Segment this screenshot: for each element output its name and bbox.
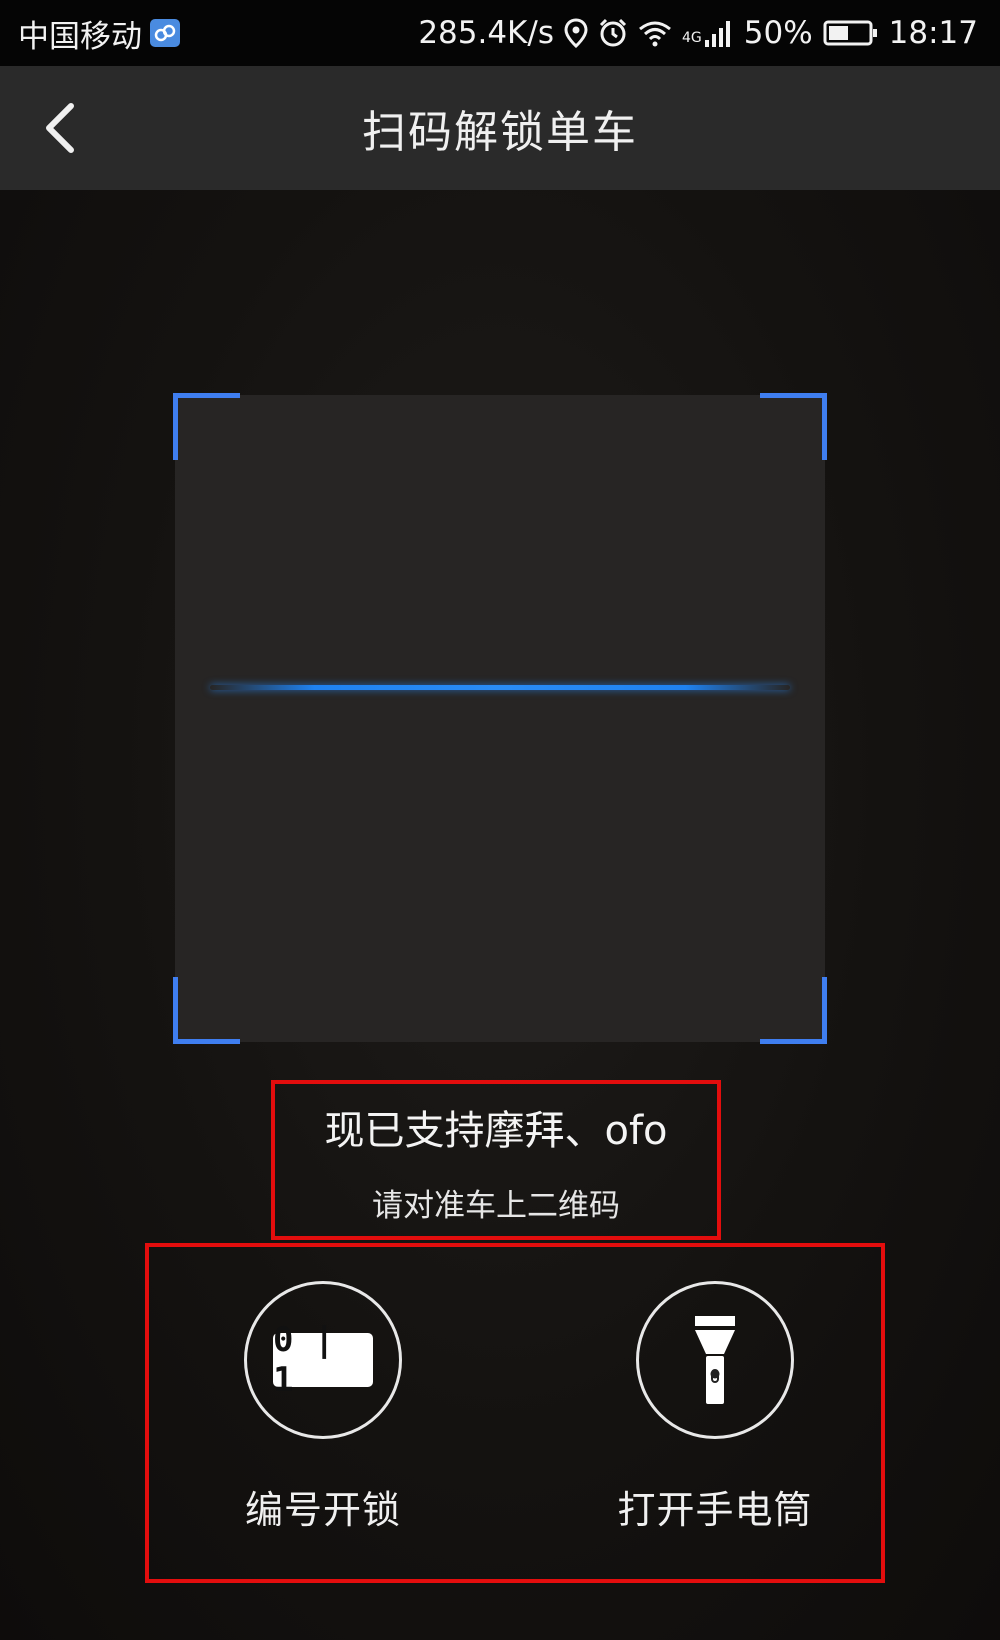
hd-badge-icon: [150, 19, 180, 47]
qr-scan-frame: [173, 393, 827, 1044]
page-title: 扫码解锁单车: [362, 107, 638, 158]
alarm-icon: [598, 18, 628, 48]
clock-time: 18:17: [888, 15, 978, 51]
flashlight-button[interactable]: 打开手电筒: [595, 1281, 835, 1551]
number-code-icon: 0 | 1: [273, 1320, 373, 1400]
scan-corner-bottom-right: [760, 977, 827, 1044]
network-type: 4G: [681, 30, 702, 46]
back-button[interactable]: [30, 94, 90, 162]
app-header: 扫码解锁单车: [0, 66, 1000, 190]
status-left: 中国移动: [18, 0, 180, 66]
number-unlock-label: 编号开锁: [244, 1488, 401, 1532]
number-unlock-circle: 0 | 1: [244, 1281, 402, 1439]
scan-line: [210, 685, 790, 690]
number-unlock-button[interactable]: 0 | 1 编号开锁: [203, 1281, 443, 1551]
tip-sub-text: 请对准车上二维码: [372, 1188, 620, 1224]
chevron-left-icon: [46, 103, 74, 153]
status-right: 285.4K/s 4G 50% 18:17: [418, 0, 978, 66]
location-icon: [564, 18, 588, 48]
scan-tip: 现已支持摩拜、ofo 请对准车上二维码: [271, 1080, 721, 1240]
net-speed: 285.4K/s: [418, 15, 554, 51]
carrier-name: 中国移动: [18, 18, 142, 55]
action-panel: 0 | 1 编号开锁 打开手电筒: [145, 1243, 885, 1583]
scan-corner-top-right: [760, 393, 827, 460]
signal-icon: 4G: [682, 18, 734, 48]
status-bar: 中国移动 285.4K/s 4G 50% 18:17: [0, 0, 1000, 66]
scan-corner-top-left: [173, 393, 240, 460]
wifi-icon: [638, 19, 672, 47]
scan-corner-bottom-left: [173, 977, 240, 1044]
battery-percent: 50%: [743, 15, 813, 51]
number-code-text: 0 | 1: [273, 1320, 335, 1400]
flashlight-label: 打开手电筒: [617, 1488, 813, 1532]
battery-icon: [823, 19, 879, 47]
flashlight-circle: [636, 1281, 794, 1439]
tip-main-text: 现已支持摩拜、ofo: [324, 1108, 668, 1154]
flashlight-icon: [695, 1316, 735, 1404]
